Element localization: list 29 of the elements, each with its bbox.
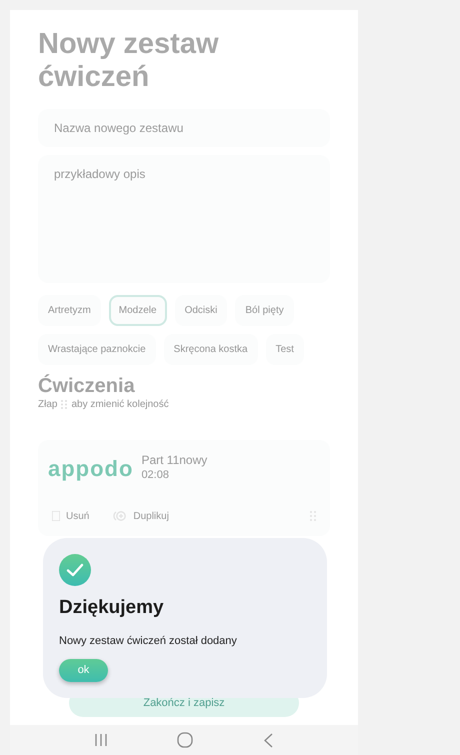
page-title: Nowy zestaw ćwiczeń [38,28,220,95]
drag-handle-icon [61,400,68,409]
hint-text: aby zmienić kolejność [71,398,169,412]
home-icon[interactable] [177,732,194,748]
logo-thumbnail: appodo [48,454,134,483]
exercise-duration: 02:08 [141,468,170,484]
tag-chip[interactable]: Artretyzm [38,294,101,326]
recent-apps-icon[interactable] [95,733,108,747]
tag-chip[interactable]: Skręcona kostka [164,334,258,365]
hint-text: Złap [38,398,58,412]
dialog-message: Nowy zestaw ćwiczeń został dodany [59,634,238,648]
trash-icon [52,511,60,522]
duplicate-button[interactable]: Duplikuj [113,508,169,524]
tag-chip[interactable]: Wrastające paznokcie [38,334,156,365]
section-title: Ćwiczenia [38,374,136,397]
back-icon[interactable] [264,732,273,748]
name-input-field[interactable]: Nazwa nowego zestawu [38,108,330,147]
exercise-name: Part 11nowy [141,452,208,468]
delete-button[interactable]: Usuń [52,508,90,524]
tag-chip[interactable]: Odciski [174,294,228,326]
check-icon [59,554,91,586]
dialog-title: Dziękujemy [59,596,165,620]
ok-button[interactable]: ok [59,658,108,682]
duplicate-icon [113,511,128,522]
tag-chip[interactable]: Modzele [108,294,167,326]
tag-chip[interactable]: Test [266,334,304,365]
drag-handle-icon[interactable] [310,511,316,522]
tag-chip[interactable]: Ból pięty [235,294,294,326]
description-input-field[interactable]: przykładowy opis [38,154,330,283]
